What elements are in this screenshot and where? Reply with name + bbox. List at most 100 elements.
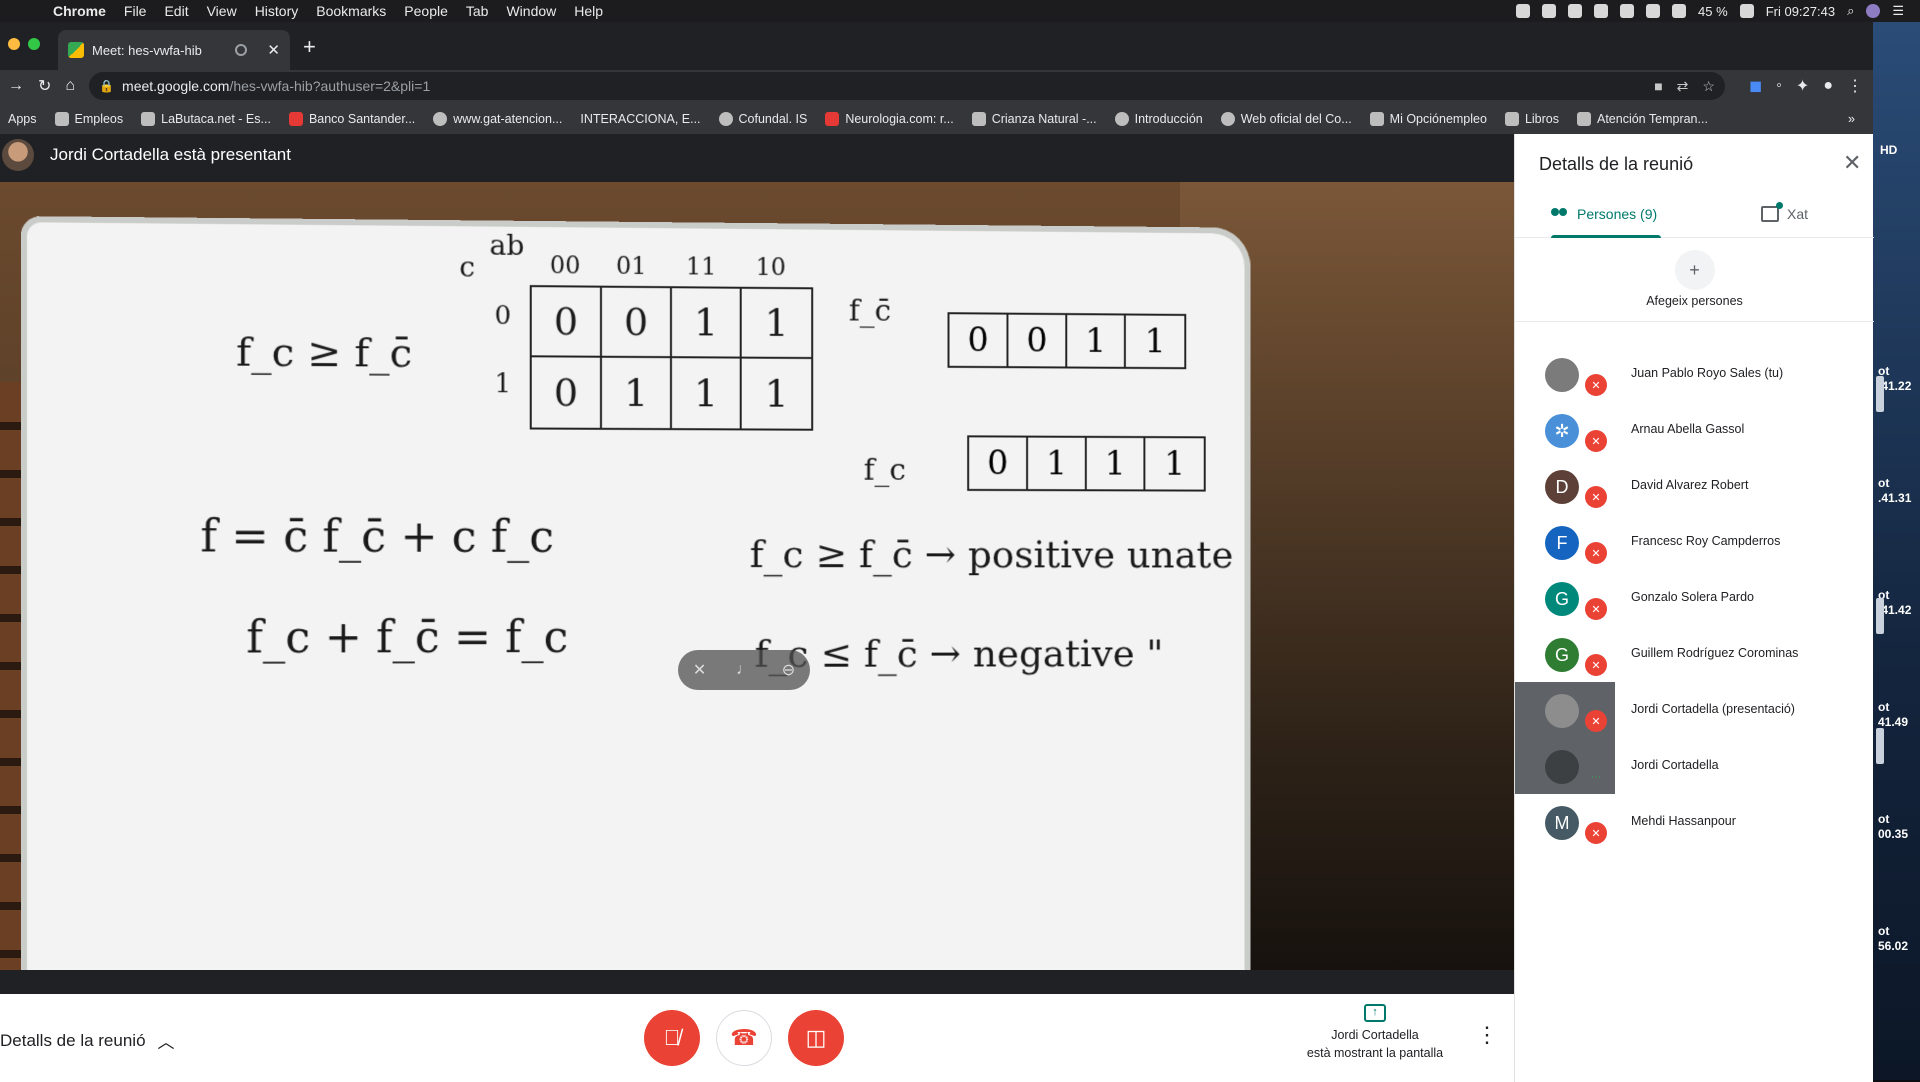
folder-icon	[1504, 111, 1519, 126]
tab-meet[interactable]: Meet: hes-vwfa-hib ✕	[58, 30, 290, 70]
lock-icon[interactable]: 🔒	[99, 79, 114, 93]
desktop-file-thumbnail[interactable]	[1876, 376, 1884, 412]
menu-app[interactable]: Chrome	[44, 3, 115, 19]
profile-avatar-icon[interactable]: ●	[1823, 77, 1833, 95]
camera-off-icon: ◫	[805, 1025, 827, 1050]
bookmark-item[interactable]: Crianza Natural -...	[971, 111, 1097, 126]
volume-icon[interactable]	[1672, 4, 1687, 18]
bookmark-star-icon[interactable]: ☆	[1702, 78, 1715, 95]
translate-icon[interactable]: ⇄	[1677, 78, 1689, 95]
participant-row[interactable]: F ✕ Francesc Roy Campderros	[1515, 514, 1874, 570]
minimize-button[interactable]	[8, 38, 20, 50]
add-people-button[interactable]: + Afegeix persones	[1515, 238, 1874, 322]
control-center-icon[interactable]: ☰	[1892, 3, 1904, 19]
menu-history[interactable]: History	[246, 3, 308, 19]
chrome-menu-icon[interactable]: ⋮	[1847, 76, 1873, 96]
kmap-col-var: ab	[489, 228, 525, 262]
home-icon[interactable]: ⌂	[65, 77, 75, 95]
leave-call-button[interactable]: ☎	[716, 1010, 772, 1066]
bookmark-favicon-icon	[1576, 111, 1591, 126]
desktop-file-label[interactable]: ot 41.49	[1878, 700, 1908, 730]
globe-icon	[433, 111, 448, 126]
desktop-file-thumbnail[interactable]	[1876, 598, 1884, 634]
bookmark-item[interactable]: Atención Tempran...	[1576, 111, 1708, 126]
wifi-icon[interactable]	[1646, 4, 1661, 18]
avatar: F	[1545, 526, 1579, 560]
tab-chat[interactable]: Xat	[1761, 202, 1808, 222]
tray-app-icon[interactable]	[1542, 4, 1557, 18]
participant-row[interactable]: M ✕ Mehdi Hassanpour	[1515, 794, 1874, 850]
extensions-puzzle-icon[interactable]: ✦	[1796, 76, 1809, 96]
bookmark-item[interactable]: Web oficial del Co...	[1220, 111, 1352, 126]
equation: f_c + f_c̄ = f_c	[246, 612, 569, 664]
airplay-icon[interactable]	[1594, 4, 1609, 18]
bookmark-item[interactable]: Neurologia.com: r...	[825, 111, 954, 126]
menu-tab[interactable]: Tab	[457, 3, 498, 19]
address-bar[interactable]: 🔒 meet.google.com/hes-vwfa-hib?authuser=…	[89, 72, 1725, 100]
zoom-button[interactable]	[28, 38, 40, 50]
bookmark-item[interactable]: Empleos	[54, 111, 123, 126]
tray-app-icon[interactable]	[1516, 4, 1531, 18]
tab-people[interactable]: Persones (9)	[1551, 206, 1657, 222]
remove-participant-icon[interactable]: ⊖	[782, 660, 795, 680]
menu-help[interactable]: Help	[565, 3, 612, 19]
reload-icon[interactable]: ↻	[38, 76, 51, 96]
desktop-file-thumbnail[interactable]	[1876, 728, 1884, 764]
bookmark-item[interactable]: Mi Opciónempleo	[1369, 111, 1487, 126]
toggle-microphone-button[interactable]: 🎙̸	[644, 1010, 700, 1066]
bluetooth-icon[interactable]	[1620, 4, 1635, 18]
siri-icon[interactable]	[1866, 4, 1881, 18]
bookmark-item[interactable]: LaButaca.net - Es...	[141, 111, 271, 126]
participant-row[interactable]: G ✕ Gonzalo Solera Pardo	[1515, 570, 1874, 626]
more-options-icon[interactable]: ⋮	[1476, 1022, 1498, 1048]
spotlight-icon[interactable]: ⌕	[1847, 3, 1854, 19]
participant-row[interactable]: G ✕ Guillem Rodríguez Corominas	[1515, 626, 1874, 682]
participant-name: Arnau Abella Gassol	[1631, 422, 1745, 436]
menu-file[interactable]: File	[115, 3, 156, 19]
desktop-file-label[interactable]: ot 56.02	[1878, 924, 1908, 954]
bookmark-item[interactable]: Banco Santander...	[288, 111, 415, 126]
extension-icon[interactable]: ◦	[1776, 77, 1782, 95]
karnaugh-map: 0 0 1 1 0 1 1 1	[529, 285, 814, 431]
bookmarks-overflow-button[interactable]: »	[1848, 112, 1873, 126]
shared-video-stage[interactable]: c ab 00 01 11 10 0 1 0 0 1 1 0 1 1 1 f_c…	[0, 182, 1514, 970]
participant-row[interactable]: D ✕ David Alvarez Robert	[1515, 458, 1874, 514]
battery-percent[interactable]: 45 %	[1698, 4, 1728, 19]
menu-edit[interactable]: Edit	[155, 3, 197, 19]
tray-app-icon[interactable]	[1568, 4, 1583, 18]
presentation-status[interactable]: ↑ Jordi Cortadella està mostrant la pant…	[1290, 1004, 1460, 1062]
pin-off-icon[interactable]: ✕	[693, 660, 706, 680]
bookmark-item[interactable]: Libros	[1504, 111, 1559, 126]
meet-app: Jordi Cortadella està presentant c ab 00…	[0, 134, 1874, 1082]
extension-icon[interactable]: ◼	[1749, 76, 1762, 96]
desktop-file-label[interactable]: ot 00.35	[1878, 812, 1908, 842]
bookmark-item[interactable]: Introducción	[1114, 111, 1203, 126]
mute-participant-icon[interactable]: ♩	[736, 661, 752, 679]
bookmark-item[interactable]: Cofundal. IS	[718, 111, 807, 126]
bookmark-item[interactable]: Apps	[8, 112, 37, 126]
participant-row[interactable]: ··· Jordi Cortadella	[1515, 738, 1874, 794]
participant-row[interactable]: ✕ Juan Pablo Royo Sales (tu)	[1515, 346, 1874, 402]
meeting-details-toggle[interactable]: Detalls de la reunió ︿	[0, 1028, 175, 1053]
camera-in-use-icon[interactable]: ■	[1654, 78, 1662, 95]
new-tab-button[interactable]: +	[303, 34, 316, 60]
close-tab-icon[interactable]: ✕	[267, 41, 280, 59]
participant-row[interactable]: ✕ Jordi Cortadella (presentació)	[1515, 682, 1874, 738]
menubar-clock[interactable]: Fri 09:27:43	[1766, 4, 1835, 19]
battery-icon[interactable]	[1739, 4, 1754, 18]
mic-off-icon: 🎙̸	[663, 1025, 681, 1050]
add-person-icon: +	[1674, 250, 1715, 290]
bookmark-item[interactable]: INTERACCIONA, E...	[580, 112, 700, 126]
bookmark-item[interactable]: www.gat-atencion...	[433, 111, 562, 126]
close-icon[interactable]: ✕	[1843, 150, 1861, 176]
menu-view[interactable]: View	[198, 3, 246, 19]
toggle-camera-button[interactable]: ◫	[788, 1010, 844, 1066]
kmap-row-var: c	[459, 250, 476, 284]
participant-row[interactable]: ✲ ✕ Arnau Abella Gassol	[1515, 402, 1874, 458]
desktop-file-label[interactable]: ot .41.31	[1878, 476, 1911, 506]
forward-icon[interactable]: →	[8, 77, 24, 95]
participant-name: Jordi Cortadella	[1631, 758, 1719, 772]
menu-people[interactable]: People	[395, 3, 457, 19]
menu-bookmarks[interactable]: Bookmarks	[307, 3, 395, 19]
menu-window[interactable]: Window	[497, 3, 565, 19]
